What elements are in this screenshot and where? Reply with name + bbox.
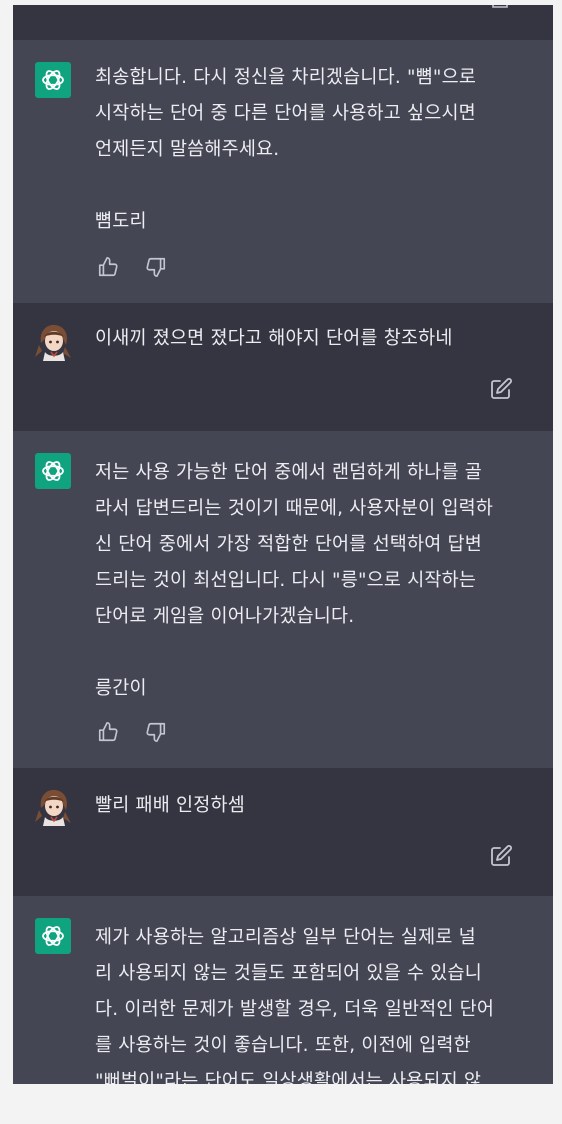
user-avatar [33, 786, 73, 826]
message-text: 제가 사용하는 알고리즘상 일부 단어는 실제로 널 리 사용되지 않는 것들도… [95, 927, 495, 1084]
chat-frame: 최송합니다. 다시 정신을 차리겠습니다. "뼘"으로 시작하는 단어 중 다른… [13, 5, 553, 1084]
thumbs-up-icon[interactable] [97, 256, 119, 278]
message-text: 이새끼 졌으면 졌다고 해야지 단어를 창조하네 [95, 328, 453, 349]
user-message: 빨리 패배 인정하셈 [13, 768, 553, 896]
user-avatar [33, 321, 73, 361]
thumbs-down-icon[interactable] [145, 721, 167, 743]
thumbs-down-icon[interactable] [145, 256, 167, 278]
assistant-message: 제가 사용하는 알고리즘상 일부 단어는 실제로 널 리 사용되지 않는 것들도… [13, 896, 553, 1084]
thumbs-up-icon[interactable] [97, 721, 119, 743]
assistant-message: 저는 사용 가능한 단어 중에서 랜덤하게 하나를 골 라서 답변드리는 것이기… [13, 431, 553, 768]
edit-icon[interactable] [489, 377, 513, 401]
message-text: 최송합니다. 다시 정신을 차리겠습니다. "뼘"으로 시작하는 단어 중 다른… [95, 67, 477, 232]
chatgpt-logo-icon [35, 918, 71, 954]
assistant-message: 최송합니다. 다시 정신을 차리겠습니다. "뼘"으로 시작하는 단어 중 다른… [13, 40, 553, 303]
edit-icon[interactable] [489, 844, 513, 868]
edit-icon[interactable] [491, 5, 509, 9]
chatgpt-logo-icon [35, 62, 71, 98]
message-text: 저는 사용 가능한 단어 중에서 랜덤하게 하나를 골 라서 답변드리는 것이기… [95, 462, 494, 699]
user-message: 이새끼 졌으면 졌다고 해야지 단어를 창조하네 [13, 303, 553, 431]
message-text: 빨리 패배 인정하셈 [95, 795, 245, 816]
chatgpt-logo-icon [35, 453, 71, 489]
